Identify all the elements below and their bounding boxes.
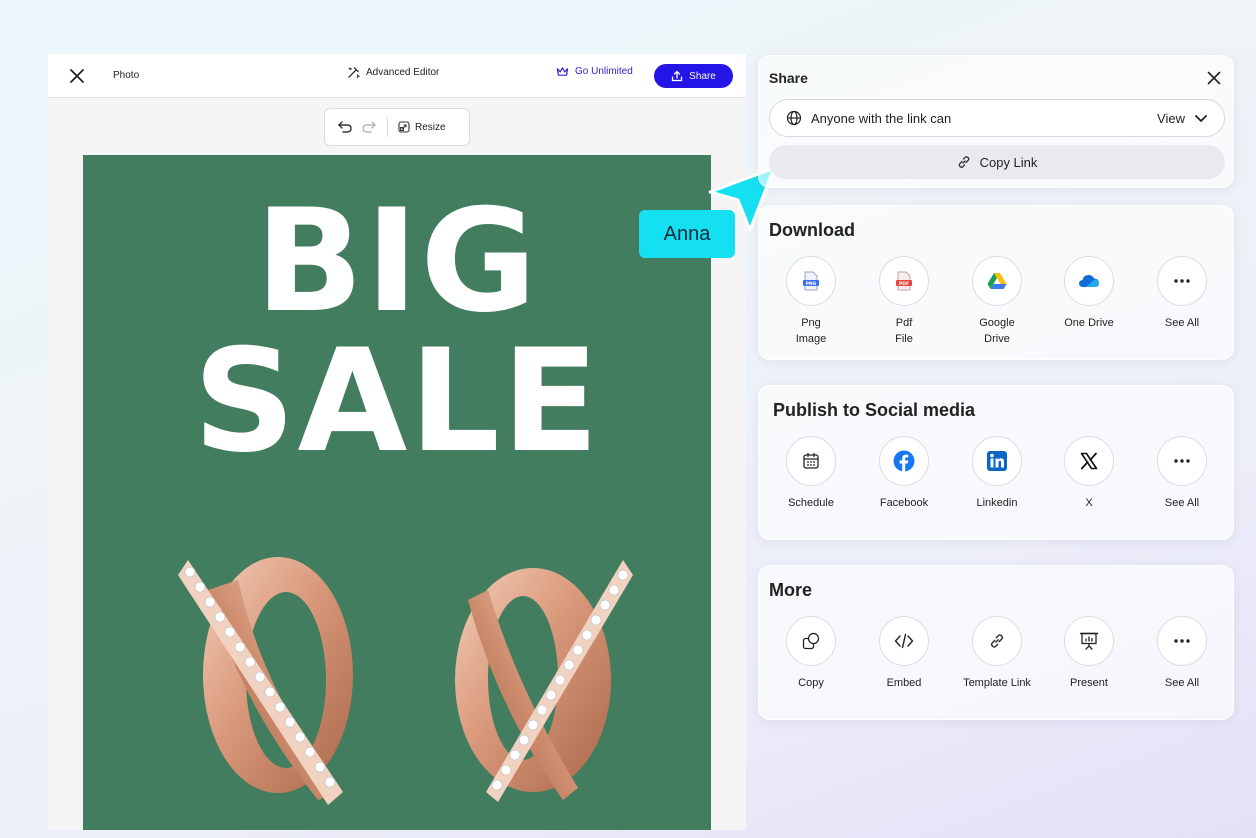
go-unlimited-link[interactable]: Go Unlimited — [556, 66, 633, 77]
document-title: Photo — [113, 70, 140, 81]
link-icon — [972, 616, 1022, 666]
go-unlimited-label: Go Unlimited — [575, 66, 633, 77]
option-label: Embed — [886, 677, 922, 689]
undo-button[interactable] — [337, 120, 353, 134]
download-see-all-option[interactable]: See All — [1138, 256, 1226, 331]
more-see-all-option[interactable]: See All — [1138, 616, 1226, 691]
option-label: One Drive — [1064, 317, 1114, 329]
redo-icon — [362, 121, 376, 133]
upload-icon — [672, 70, 683, 82]
headline-sale: SALE — [193, 319, 601, 484]
copy-icon — [786, 616, 836, 666]
option-label: Template Link — [963, 677, 1031, 689]
option-label: See All — [1164, 677, 1200, 689]
globe-icon — [786, 110, 802, 126]
link-icon — [958, 156, 969, 168]
facebook-icon — [879, 436, 929, 486]
present-option[interactable]: Present — [1045, 616, 1133, 691]
social-options: Schedule Facebook Linkedin X See All — [759, 436, 1235, 536]
more-icon — [1157, 436, 1207, 486]
download-pdf-option[interactable]: PDF Pdf File — [860, 256, 948, 347]
more-icon — [1157, 256, 1207, 306]
x-icon — [1064, 436, 1114, 486]
option-label: Pdf File — [895, 317, 913, 345]
copy-link-label: Copy Link — [979, 154, 1038, 170]
x-option[interactable]: X — [1045, 436, 1133, 511]
crown-icon — [556, 67, 569, 76]
option-label: Schedule — [788, 497, 834, 509]
option-label: Png Image — [795, 317, 827, 345]
resize-icon — [398, 121, 410, 133]
option-label: See All — [1164, 317, 1200, 329]
link-access-value: View — [1157, 110, 1185, 126]
advanced-editor-label: Advanced Editor — [366, 67, 440, 78]
advanced-editor-button[interactable]: Advanced Editor — [347, 66, 439, 79]
earrings-image — [178, 557, 633, 805]
chevron-down-icon — [1195, 115, 1207, 122]
editor-topbar: Photo Advanced Editor Go Unlimited Share — [48, 54, 746, 98]
onedrive-icon — [1064, 256, 1114, 306]
toolbar-divider — [387, 117, 388, 137]
pdf-file-icon: PDF — [879, 256, 929, 306]
download-google-drive-option[interactable]: Google Drive — [953, 256, 1041, 347]
collaborator-name-tag: Anna — [639, 210, 735, 258]
svg-text:PDF: PDF — [899, 281, 909, 287]
more-panel: More Copy Embed Template Link Present Se… — [758, 565, 1234, 720]
presentation-icon — [1064, 616, 1114, 666]
share-panel: Share Anyone with the link can View Copy… — [758, 55, 1234, 188]
editor-window: Photo Advanced Editor Go Unlimited Share — [48, 54, 746, 830]
resize-label: Resize — [415, 121, 446, 133]
svg-text:PNG: PNG — [806, 281, 817, 287]
share-button-label: Share — [689, 70, 716, 82]
undo-icon — [338, 121, 352, 133]
facebook-option[interactable]: Facebook — [860, 436, 948, 511]
share-panel-title: Share — [769, 70, 808, 86]
option-label: Google Drive — [979, 317, 1015, 345]
embed-option[interactable]: Embed — [860, 616, 948, 691]
close-icon[interactable] — [1207, 71, 1221, 85]
schedule-option[interactable]: Schedule — [767, 436, 855, 511]
copy-option[interactable]: Copy — [767, 616, 855, 691]
social-title: Publish to Social media — [773, 400, 976, 420]
calendar-icon — [786, 436, 836, 486]
option-label: See All — [1164, 497, 1200, 509]
download-options: PNG Png Image PDF Pdf File Google Drive … — [759, 256, 1235, 356]
download-png-option[interactable]: PNG Png Image — [767, 256, 855, 347]
resize-button[interactable]: Resize — [398, 121, 446, 133]
download-title: Download — [769, 220, 855, 240]
linkedin-option[interactable]: Linkedin — [953, 436, 1041, 511]
social-panel: Publish to Social media Schedule Faceboo… — [758, 385, 1234, 540]
code-icon — [879, 616, 929, 666]
headline-big: BIG — [255, 179, 539, 344]
option-label: Facebook — [879, 497, 929, 509]
social-see-all-option[interactable]: See All — [1138, 436, 1226, 511]
close-icon[interactable] — [68, 67, 86, 85]
png-file-icon: PNG — [786, 256, 836, 306]
design-canvas[interactable]: BIG SALE — [83, 155, 711, 830]
link-access-label: Anyone with the link can — [811, 110, 952, 126]
option-label: X — [1085, 497, 1093, 509]
link-access-dropdown[interactable]: Anyone with the link can View — [769, 99, 1225, 137]
canvas-toolbar: Resize — [324, 108, 470, 146]
option-label: Present — [1070, 677, 1108, 689]
more-title: More — [769, 580, 813, 600]
share-button[interactable]: Share — [654, 64, 733, 88]
download-panel: Download PNG Png Image PDF Pdf File Goog… — [758, 205, 1234, 360]
option-label: Copy — [798, 677, 824, 689]
template-link-option[interactable]: Template Link — [953, 616, 1041, 691]
google-drive-icon — [972, 256, 1022, 306]
more-options: Copy Embed Template Link Present See All — [759, 616, 1235, 716]
redo-button[interactable] — [361, 120, 377, 134]
copy-link-button[interactable]: Copy Link — [769, 145, 1225, 179]
download-onedrive-option[interactable]: One Drive — [1045, 256, 1133, 331]
option-label: Linkedin — [976, 497, 1018, 509]
more-icon — [1157, 616, 1207, 666]
magic-wand-icon — [348, 67, 360, 79]
linkedin-icon — [972, 436, 1022, 486]
